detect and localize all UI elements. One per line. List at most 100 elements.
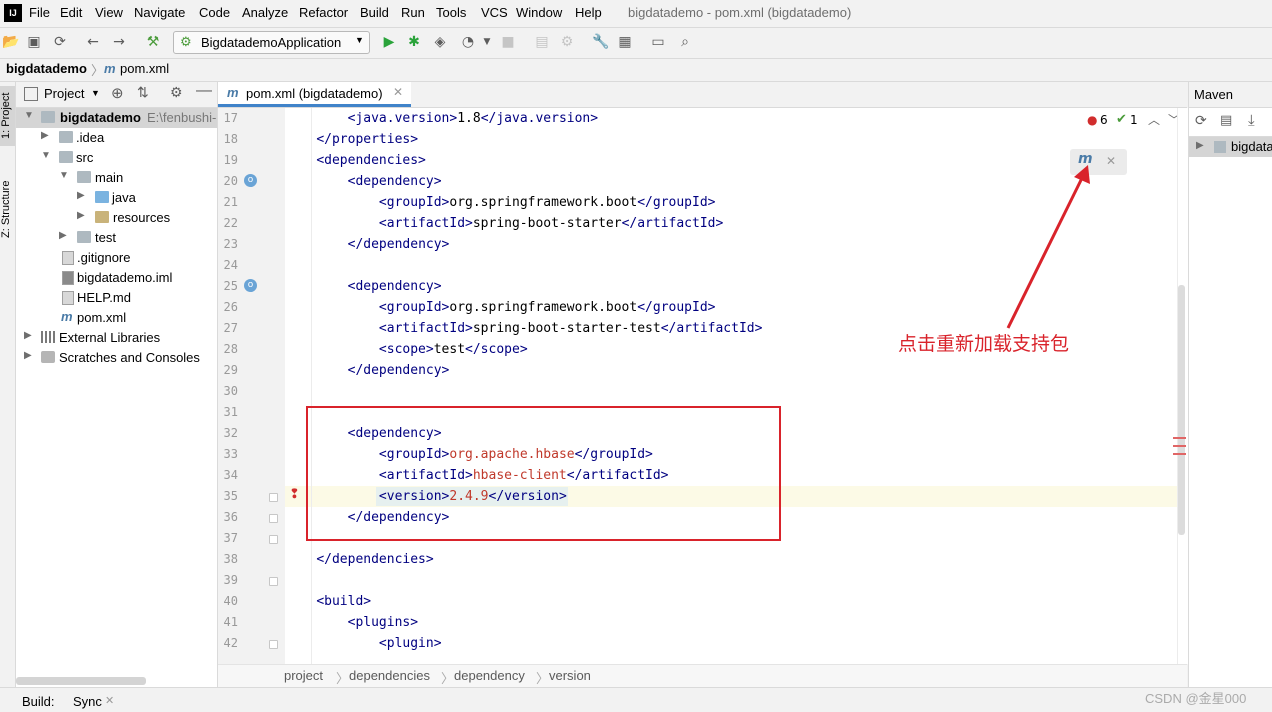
fold-marker[interactable] (269, 535, 278, 544)
menu-navigate[interactable]: Navigate (134, 5, 185, 20)
tree-item-help[interactable]: HELP.md (16, 288, 217, 308)
hide-panel-icon[interactable]: — (196, 82, 212, 100)
run-configuration-select[interactable]: ⚙ BigdatademoApplication ▼ (173, 31, 370, 54)
error-bulb-icon[interactable]: ❢ (289, 487, 300, 502)
menu-vcs[interactable]: VCS (481, 5, 508, 20)
breadcrumb-file[interactable]: pom.xml (120, 61, 169, 76)
tree-item-src[interactable]: ▼ src (16, 148, 217, 168)
tree-item-idea[interactable]: ▶ .idea (16, 128, 217, 148)
tool-tab-structure[interactable]: Z: Structure (0, 172, 15, 247)
crumb-dependency[interactable]: dependency (454, 668, 525, 683)
debug-icon[interactable]: ✱ (406, 34, 422, 50)
error-stripe-mark[interactable] (1173, 437, 1186, 439)
module-folder-icon (41, 111, 55, 123)
line-number: 20 (223, 174, 238, 188)
tree-item-pom[interactable]: m pom.xml (16, 308, 217, 328)
locate-target-icon[interactable]: ⊕ (111, 84, 124, 102)
previous-highlight-icon[interactable]: ︿ (1148, 111, 1160, 128)
tree-item-external-libraries[interactable]: ▶ External Libraries (16, 328, 217, 348)
forward-icon[interactable]: → (111, 34, 127, 50)
menu-file[interactable]: File (29, 5, 50, 20)
menu-build[interactable]: Build (360, 5, 389, 20)
tree-item-test[interactable]: ▶ test (16, 228, 217, 248)
error-stripe-mark[interactable] (1173, 445, 1186, 447)
line-number: 35 (223, 489, 238, 503)
crumb-dependencies[interactable]: dependencies (349, 668, 430, 683)
tree-item-scratches[interactable]: ▶ Scratches and Consoles (16, 348, 217, 368)
error-count-icon[interactable]: ● (1087, 113, 1097, 127)
menu-analyze[interactable]: Analyze (242, 5, 288, 20)
settings-wrench-icon[interactable]: 🔧 (592, 34, 609, 50)
chevron-down-icon[interactable]: ▼ (91, 88, 100, 98)
menu-run[interactable]: Run (401, 5, 425, 20)
close-icon[interactable]: ✕ (393, 85, 403, 99)
close-icon[interactable]: ✕ (1106, 154, 1116, 168)
tree-item-label: pom.xml (77, 310, 127, 325)
back-icon[interactable]: ← (85, 34, 101, 50)
menu-refactor[interactable]: Refactor (299, 5, 348, 20)
line-number: 30 (223, 384, 238, 398)
tree-item-java[interactable]: ▶ java (16, 188, 217, 208)
fold-marker[interactable] (269, 640, 278, 649)
library-icon (41, 331, 55, 343)
reload-all-icon[interactable]: ⟳ (1195, 113, 1207, 129)
tree-item-main[interactable]: ▼ main (16, 168, 217, 188)
line-number: 28 (223, 342, 238, 356)
attach-icon[interactable]: ▤ (534, 34, 550, 50)
sync-tab[interactable]: Sync (73, 694, 102, 709)
warning-check-icon[interactable]: ✔ (1116, 112, 1127, 127)
breadcrumb-separator: 〉 (91, 63, 105, 78)
spring-boot-icon: ⚙ (180, 34, 192, 49)
fold-marker[interactable] (269, 514, 278, 523)
project-horizontal-scrollbar[interactable] (16, 677, 146, 685)
code-line: </dependencies> (316, 552, 434, 567)
tree-item-root[interactable]: ▼ bigdatademo E:\fenbushi- (16, 108, 217, 128)
fold-marker[interactable] (269, 577, 278, 586)
menu-code[interactable]: Code (199, 5, 230, 20)
tree-item-label: External Libraries (59, 330, 161, 345)
search-icon[interactable]: ⌕ (677, 34, 693, 50)
code-breadcrumbs: project 〉 dependencies 〉 dependency 〉 ve… (218, 664, 1187, 688)
tree-item-gitignore[interactable]: .gitignore (16, 248, 217, 268)
crumb-project[interactable]: project (284, 668, 323, 683)
sync-icon[interactable]: ⟳ (52, 34, 68, 50)
editor-tab-pom[interactable]: m pom.xml (bigdatademo) ✕ (218, 82, 411, 107)
profile-dropdown-icon[interactable]: ▼ (479, 34, 495, 50)
open-folder-icon[interactable]: 📂 (2, 34, 19, 50)
menu-edit[interactable]: Edit (60, 5, 82, 20)
stop-icon[interactable]: ■ (500, 34, 516, 50)
collapse-all-icon[interactable]: ⇅ (137, 84, 149, 101)
project-view-selector[interactable]: Project (44, 86, 84, 101)
deploy-icon[interactable]: ⚙ (559, 34, 575, 50)
build-hammer-icon[interactable]: ⚒ (145, 34, 161, 50)
error-stripe-mark[interactable] (1173, 453, 1186, 455)
run-gutter-icon[interactable]: o (244, 174, 257, 187)
add-project-icon[interactable]: ▤ (1220, 113, 1232, 128)
source-folder-icon (95, 191, 109, 203)
close-icon[interactable]: ✕ (105, 694, 114, 707)
line-number: 22 (223, 216, 238, 230)
menu-tools[interactable]: Tools (436, 5, 466, 20)
tree-item-resources[interactable]: ▶ resources (16, 208, 217, 228)
menu-help[interactable]: Help (575, 5, 602, 20)
maven-tree-item[interactable]: ▶ bigdata (1189, 137, 1272, 157)
tree-item-iml[interactable]: bigdatademo.iml (16, 268, 217, 288)
resources-folder-icon (95, 211, 109, 223)
save-all-icon[interactable]: ▣ (26, 34, 42, 50)
menu-view[interactable]: View (95, 5, 123, 20)
terminal-icon[interactable]: ▭ (650, 34, 666, 50)
menu-window[interactable]: Window (516, 5, 562, 20)
run-icon[interactable]: ▶ (381, 34, 397, 50)
gear-icon[interactable]: ⚙ (170, 84, 183, 101)
download-icon[interactable]: ⤓ (1248, 111, 1255, 129)
crumb-version[interactable]: version (549, 668, 591, 683)
code-line: </dependency> (347, 363, 450, 378)
breadcrumb-project[interactable]: bigdatademo (6, 61, 87, 76)
coverage-icon[interactable]: ◈ (432, 34, 448, 50)
profile-icon[interactable]: ◔ (460, 34, 476, 50)
tool-tab-project[interactable]: 1: Project (0, 86, 15, 146)
fold-marker[interactable] (269, 493, 278, 502)
project-structure-icon[interactable]: ▦ (617, 34, 633, 50)
run-gutter-icon[interactable]: o (244, 279, 257, 292)
editor-scroll-thumb[interactable] (1178, 285, 1185, 535)
